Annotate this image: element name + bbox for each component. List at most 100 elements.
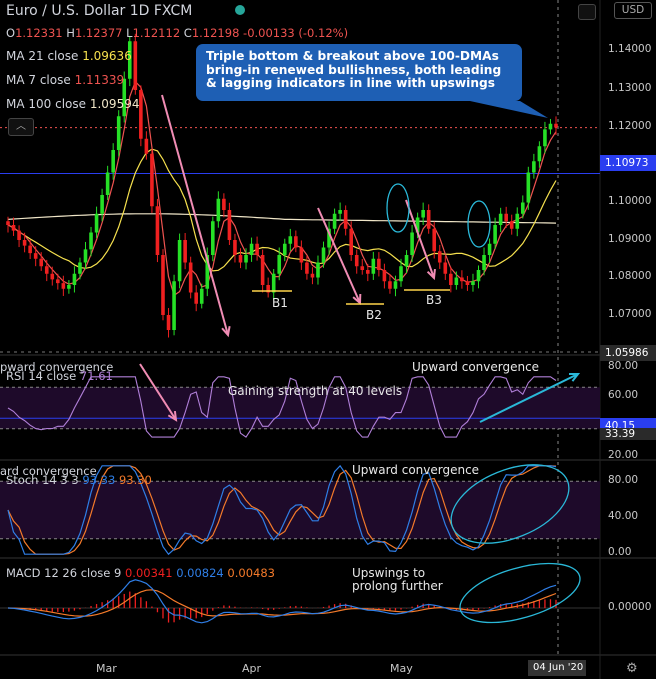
candle-body xyxy=(437,251,442,263)
candle-body xyxy=(161,255,165,315)
candle-body xyxy=(227,210,232,240)
bottom-b1-label: B1 xyxy=(272,296,288,310)
ma21-line xyxy=(7,148,557,272)
candle-body xyxy=(393,281,398,289)
ohlc-readout: O1.12331 H1.12377 L1.12112 C1.12198 -0.0… xyxy=(6,26,349,40)
rsi-tick: 60.00 xyxy=(608,389,639,401)
candle-body xyxy=(100,195,104,214)
breakout-circle xyxy=(467,200,491,248)
candle-body xyxy=(61,283,66,289)
candle-body xyxy=(277,255,282,274)
candle-body xyxy=(338,210,342,214)
rsi-note: Gaining strength at 40 levels xyxy=(228,384,403,398)
stoch-legend[interactable]: Stoch 14 3 3 93.33 93.30 xyxy=(6,473,152,487)
bottom-b3-label: B3 xyxy=(426,293,442,307)
price-tick: 1.09000 xyxy=(608,233,652,245)
settings-gear-icon[interactable]: ⚙ xyxy=(626,661,638,676)
candle-body xyxy=(426,210,431,229)
candle-body xyxy=(520,202,525,214)
candle-body xyxy=(299,247,304,263)
candle-body xyxy=(260,255,265,285)
price-tick: 1.13000 xyxy=(608,82,652,94)
ma7-legend[interactable]: MA 7 close 1.11339 xyxy=(6,73,124,87)
candle-body xyxy=(365,270,370,274)
candle-body xyxy=(487,243,492,255)
candle-body xyxy=(509,221,514,229)
candle-body xyxy=(382,270,387,282)
candle-body xyxy=(321,247,326,263)
candle-body xyxy=(56,279,60,284)
candle-body xyxy=(460,277,464,282)
price-tick: 1.08000 xyxy=(608,270,652,282)
candle-body xyxy=(305,262,309,274)
candle-body xyxy=(271,273,276,293)
market-open-icon xyxy=(235,5,245,15)
candle-body xyxy=(249,243,254,255)
candle-body xyxy=(465,281,470,285)
candle-body xyxy=(150,153,154,207)
candle-body xyxy=(543,129,547,147)
candle-body xyxy=(28,245,32,254)
candle-body xyxy=(188,262,193,293)
candle-body xyxy=(537,146,542,162)
candle-body xyxy=(17,230,21,240)
candle-body xyxy=(476,270,481,282)
candle-body xyxy=(44,266,49,274)
analysis-callout: Triple bottom & breakout above 100-DMAs … xyxy=(196,44,522,101)
candle-body xyxy=(155,206,160,255)
candle-body xyxy=(354,255,359,267)
candle-body xyxy=(50,273,55,280)
candle-body xyxy=(498,213,503,225)
ma21-legend[interactable]: MA 21 close 1.09636 xyxy=(6,49,132,63)
macd-legend[interactable]: MACD 12 26 close 9 0.00341 0.00824 0.004… xyxy=(6,566,275,580)
rsi-tag-2: 33.39 xyxy=(600,428,656,440)
candle-body xyxy=(78,262,82,274)
level-price-tag: 1.10973 xyxy=(600,155,656,171)
candle-body xyxy=(211,221,215,255)
candle-body xyxy=(144,138,149,154)
candle-body xyxy=(449,273,453,285)
candle-body xyxy=(216,198,221,222)
candle-body xyxy=(316,262,320,278)
chart-title: Euro / U.S. Dollar 1D FXCM xyxy=(6,3,193,19)
candle-body xyxy=(133,41,138,90)
candle-body xyxy=(515,213,520,229)
macd-circle xyxy=(459,562,581,624)
rsi-legend[interactable]: RSI 14 close 71.61 xyxy=(6,369,113,383)
candle-body xyxy=(548,123,553,130)
currency-badge[interactable]: USD xyxy=(614,2,652,19)
candle-body xyxy=(94,213,99,233)
chart-root: { "header": { "title": "Euro / U.S. Doll… xyxy=(0,0,656,679)
candle-body xyxy=(255,243,259,255)
price-tick: 1.10000 xyxy=(608,195,652,207)
candle-body xyxy=(388,281,392,289)
candle-body xyxy=(33,253,38,259)
candle-body xyxy=(83,249,88,263)
candle-body xyxy=(105,172,110,195)
macd-note-line2: prolong further xyxy=(352,579,443,593)
chart-menu-icon[interactable] xyxy=(578,4,596,20)
candle-body xyxy=(238,255,243,263)
candle-body xyxy=(172,281,176,330)
candle-body xyxy=(233,240,237,255)
ma100-legend[interactable]: MA 100 close 1.09594 xyxy=(6,97,139,111)
candle-body xyxy=(139,90,143,139)
candle-body xyxy=(89,232,93,250)
candle-body xyxy=(471,281,475,285)
breakout-circle xyxy=(386,183,410,233)
candle-body xyxy=(443,262,448,274)
candle-body xyxy=(349,228,353,255)
candle-body xyxy=(199,288,204,304)
candle-body xyxy=(432,228,437,252)
macd-signal-line xyxy=(7,589,557,617)
candle-body xyxy=(371,258,376,274)
candle-body xyxy=(454,277,459,285)
candle-body xyxy=(360,266,365,270)
candle-body xyxy=(343,210,348,229)
candle-body xyxy=(72,273,77,285)
candle-body xyxy=(39,258,44,267)
stoch-convergence-note: Upward convergence xyxy=(352,463,480,477)
candle-body xyxy=(377,258,381,270)
candle-body xyxy=(11,225,16,231)
collapse-legend-button[interactable]: ︿ xyxy=(8,118,34,136)
